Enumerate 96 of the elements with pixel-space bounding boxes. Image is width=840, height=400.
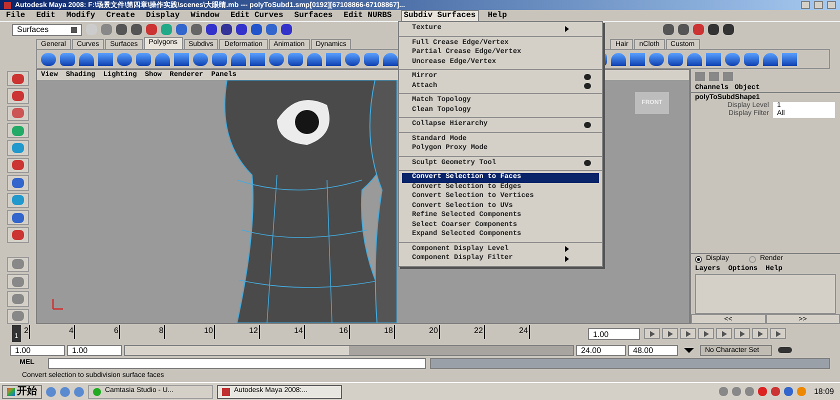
shelf-icon[interactable] [117, 52, 132, 66]
tool-icon[interactable] [7, 158, 29, 174]
menu-item[interactable]: Display [144, 10, 182, 20]
playback-end-field[interactable]: 24.00 [576, 344, 626, 356]
shelf-icon[interactable] [649, 52, 664, 66]
shelf-icon[interactable] [155, 52, 170, 66]
frame-tick-label: 12 [249, 325, 260, 339]
range-slider[interactable] [124, 344, 574, 356]
shelf-icon[interactable] [345, 52, 360, 66]
tool-icon[interactable] [7, 210, 29, 226]
app-icon [4, 2, 11, 8]
shelf-icon[interactable] [744, 52, 759, 66]
menu-item[interactable]: Edit NURBS [342, 10, 394, 20]
app-icon [93, 388, 101, 396]
menu-item[interactable]: Create [104, 10, 138, 20]
playback-icon[interactable] [698, 328, 714, 339]
key-icon[interactable] [778, 347, 792, 353]
playback-icon[interactable] [680, 328, 696, 339]
shelf-icon[interactable] [193, 52, 208, 66]
menu-set-dropdown[interactable]: Surfaces [12, 24, 82, 36]
frame-tick-label: 6 [114, 325, 120, 339]
menu-item[interactable]: Help [486, 10, 509, 20]
shelf-icon[interactable] [79, 52, 94, 66]
tool-icon[interactable] [7, 88, 29, 104]
shelf-icon[interactable] [364, 52, 379, 66]
option-box-icon[interactable] [584, 160, 591, 166]
shelf-icon[interactable] [630, 52, 645, 66]
shelf-icon[interactable] [763, 52, 778, 66]
menu-item[interactable]: Window [188, 10, 222, 20]
caret-icon[interactable] [684, 348, 694, 352]
shelf-icon[interactable] [326, 52, 341, 66]
frame-tick-label: 16 [339, 325, 350, 339]
frame-tick-label: 14 [294, 325, 305, 339]
frame-tick-label: 10 [204, 325, 215, 339]
frame-tick-label: 24 [519, 325, 530, 339]
shelf-icon[interactable] [60, 52, 75, 66]
shelf-icon[interactable] [250, 52, 265, 66]
option-box-icon[interactable] [584, 122, 591, 128]
playback-icon[interactable] [770, 328, 786, 339]
radio-button[interactable] [695, 256, 702, 262]
start-time-field[interactable]: 1.00 [10, 344, 65, 356]
start-button[interactable]: 开始 [2, 384, 42, 398]
playback-icon[interactable] [752, 328, 768, 339]
shelf-icon[interactable] [269, 52, 284, 66]
frame-tick-label: 8 [159, 325, 166, 339]
playback-icon[interactable] [644, 328, 660, 339]
close-icon[interactable] [827, 1, 836, 9]
menu-item[interactable]: Surfaces [292, 10, 335, 20]
minimize-icon[interactable] [801, 1, 810, 9]
playback-icon[interactable] [716, 328, 732, 339]
menu-item[interactable]: File [4, 10, 28, 20]
menu-item[interactable]: Edit [34, 10, 58, 20]
app-icon [222, 388, 230, 396]
shelf-icon[interactable] [136, 52, 151, 66]
playback-icon[interactable] [662, 328, 678, 339]
option-box-icon[interactable] [584, 83, 591, 90]
option-box-icon[interactable] [584, 74, 591, 80]
end-time-field[interactable]: 48.00 [628, 344, 678, 356]
current-frame-field[interactable]: 1.00 [588, 328, 640, 340]
shelf-icon[interactable] [611, 52, 626, 66]
shelf-icon[interactable] [782, 52, 797, 66]
frame-tick-label: 4 [69, 325, 76, 339]
shelf-icon[interactable] [98, 52, 113, 66]
shelf-icon[interactable] [687, 52, 702, 66]
shelf-icon[interactable] [725, 52, 740, 66]
windows-logo-icon [7, 388, 15, 396]
menu-item[interactable]: Modify [64, 10, 98, 20]
frame-tick-label: 22 [474, 325, 485, 339]
tool-icon[interactable] [7, 106, 29, 122]
menu-item[interactable]: Edit Curves [228, 10, 286, 20]
submenu-arrow-icon [565, 26, 569, 32]
shelf-icon[interactable] [212, 52, 227, 66]
playback-icon[interactable] [734, 328, 750, 339]
shelf-icon[interactable] [706, 52, 721, 66]
tool-icon[interactable] [7, 175, 29, 191]
shelf-icon[interactable] [288, 52, 303, 66]
axis-icon [51, 297, 65, 311]
shelf-icon[interactable] [383, 52, 398, 66]
frame-tick-label: 2 [24, 325, 30, 339]
shelf-icon[interactable] [307, 52, 322, 66]
playback-start-field[interactable]: 1.00 [67, 344, 122, 356]
shelf-icon[interactable] [41, 52, 56, 66]
range-slider-handle[interactable] [125, 346, 349, 354]
menu-item[interactable]: Subdiv Surfaces [400, 10, 479, 22]
frame-tick-label: 18 [384, 325, 395, 339]
shelf-icon[interactable] [231, 52, 246, 66]
tool-icon[interactable] [7, 227, 29, 243]
clock: 18:09 [812, 386, 835, 398]
command-field[interactable] [48, 358, 426, 369]
caret-icon [71, 26, 77, 32]
shelf-icon[interactable] [174, 52, 189, 66]
frame-tick-label: 20 [429, 325, 440, 339]
maximize-icon[interactable] [814, 1, 823, 9]
radio-button[interactable] [748, 256, 756, 262]
tool-icon[interactable] [7, 71, 29, 86]
shelf-icon[interactable] [668, 52, 683, 66]
